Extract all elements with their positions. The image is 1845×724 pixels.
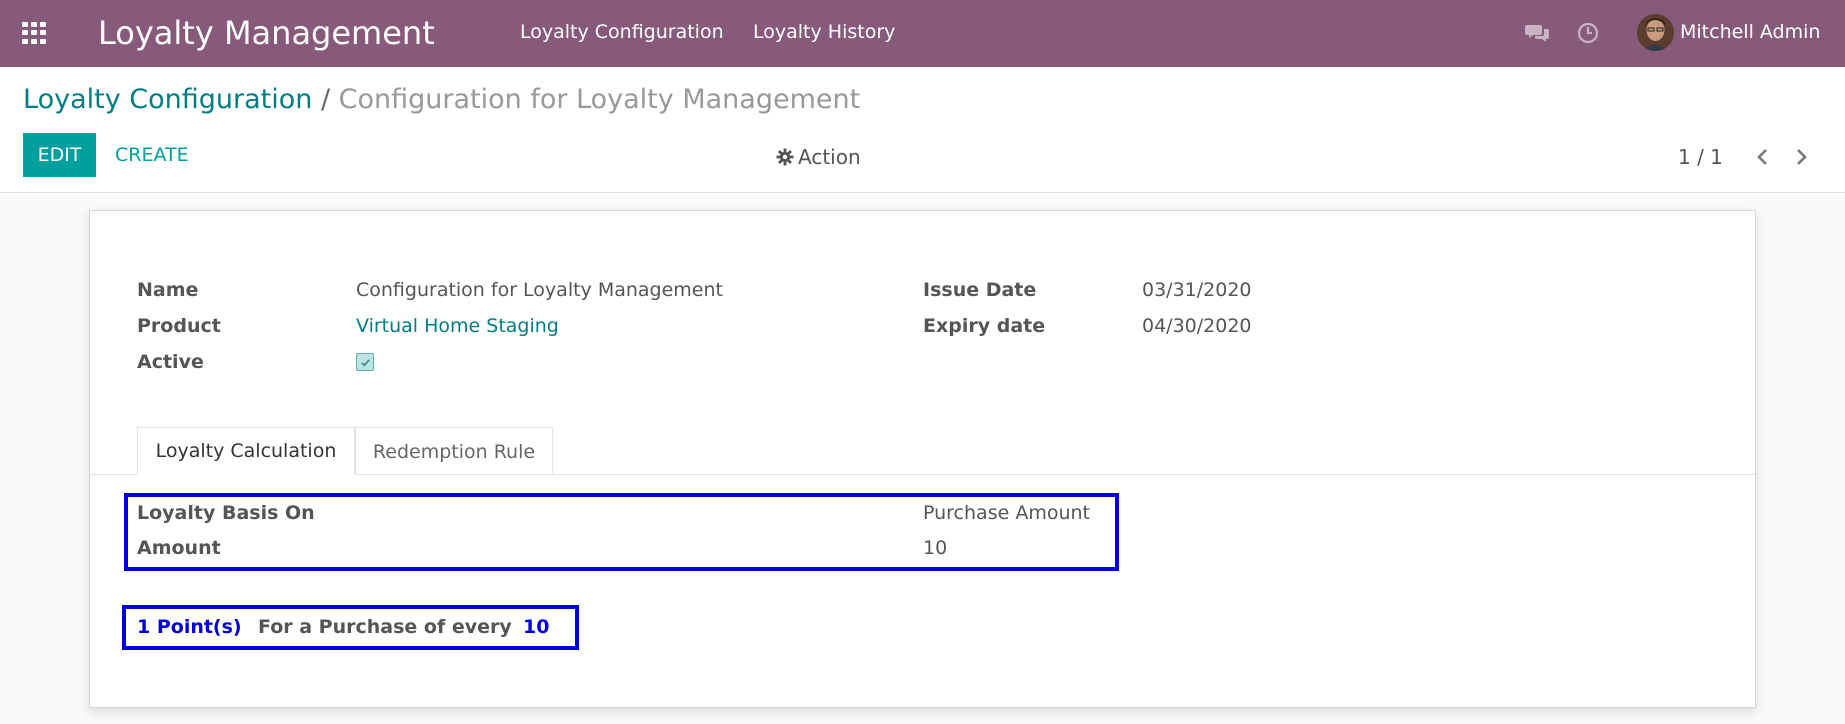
action-dropdown[interactable]: Action xyxy=(776,145,861,169)
activity-clock-icon[interactable] xyxy=(1577,22,1599,44)
issue-date-value: 03/31/2020 xyxy=(1142,279,1252,301)
gear-icon xyxy=(776,148,794,166)
loyalty-basis-label: Loyalty Basis On xyxy=(137,502,315,524)
user-name[interactable]: Mitchell Admin xyxy=(1680,21,1820,43)
active-label: Active xyxy=(137,351,204,373)
active-checkbox[interactable] xyxy=(356,353,374,371)
breadcrumb-parent-link[interactable]: Loyalty Configuration xyxy=(23,84,312,115)
issue-date-label: Issue Date xyxy=(923,279,1037,301)
edit-button[interactable]: EDIT xyxy=(23,133,96,177)
expiry-date-value: 04/30/2020 xyxy=(1142,315,1252,337)
name-label: Name xyxy=(137,279,199,301)
name-value: Configuration for Loyalty Management xyxy=(356,279,723,301)
amount-value[interactable]: 10 xyxy=(923,537,947,559)
menu-loyalty-history[interactable]: Loyalty History xyxy=(753,21,895,43)
breadcrumb-current: Configuration for Loyalty Management xyxy=(338,84,861,115)
tab-loyalty-calculation[interactable]: Loyalty Calculation xyxy=(137,427,355,475)
amount-label: Amount xyxy=(137,537,221,559)
create-button[interactable]: CREATE xyxy=(103,133,201,177)
loyalty-basis-value[interactable]: Purchase Amount xyxy=(923,502,1090,524)
purchase-every-value: 10 xyxy=(523,616,550,638)
points-value: 1 Point(s) xyxy=(137,616,242,638)
form-sheet: Name Configuration for Loyalty Managemen… xyxy=(89,210,1756,708)
product-label: Product xyxy=(137,315,221,337)
chevron-right-icon[interactable] xyxy=(1790,145,1812,169)
breadcrumb-separator: / xyxy=(320,84,331,115)
tab-redemption-rule[interactable]: Redemption Rule xyxy=(355,427,553,475)
apps-grid-icon[interactable] xyxy=(22,22,48,44)
top-navbar: Loyalty Management Loyalty Configuration… xyxy=(0,0,1845,67)
purchase-phrase: For a Purchase of every xyxy=(258,616,512,638)
chevron-left-icon[interactable] xyxy=(1752,145,1774,169)
product-link[interactable]: Virtual Home Staging xyxy=(356,315,559,337)
checkmark-icon xyxy=(360,358,370,366)
pager-value[interactable]: 1 / 1 xyxy=(1678,145,1723,169)
breadcrumb: Loyalty Configuration / Configuration fo… xyxy=(23,84,860,115)
menu-loyalty-configuration[interactable]: Loyalty Configuration xyxy=(520,21,724,43)
user-avatar[interactable] xyxy=(1637,14,1674,51)
expiry-date-label: Expiry date xyxy=(923,315,1046,337)
action-label: Action xyxy=(798,145,861,169)
chat-icon[interactable] xyxy=(1525,22,1550,44)
app-brand: Loyalty Management xyxy=(98,14,435,52)
control-panel: Loyalty Configuration / Configuration fo… xyxy=(0,67,1845,193)
